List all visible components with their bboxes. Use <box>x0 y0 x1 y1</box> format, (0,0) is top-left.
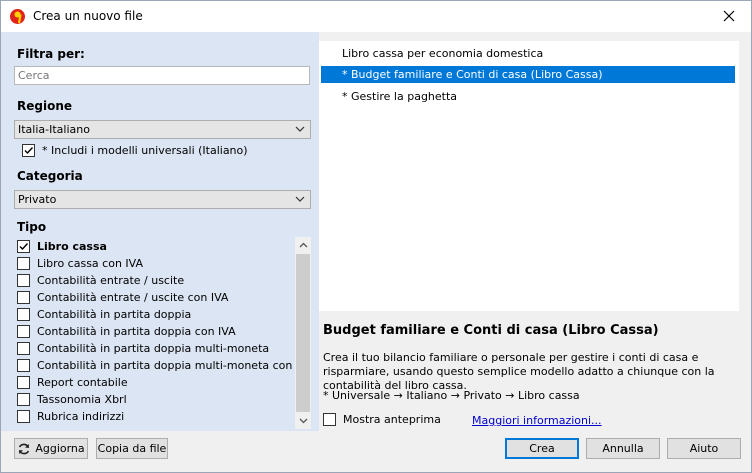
create-button[interactable]: Crea <box>505 438 579 459</box>
include-universal-checkbox[interactable]: * Includi i modelli universali (Italiano… <box>22 144 248 157</box>
title-bar: Crea un nuovo file <box>1 1 751 32</box>
refresh-button[interactable]: Aggiorna <box>14 438 88 459</box>
tipo-item-label: Libro cassa con IVA <box>37 257 143 270</box>
tipo-item[interactable]: Rubrica indirizzi <box>17 410 124 423</box>
cancel-button[interactable]: Annulla <box>586 438 660 459</box>
checkbox[interactable] <box>17 376 30 389</box>
cancel-label: Annulla <box>602 442 644 455</box>
tipo-item-label: Tassonomia Xbrl <box>37 393 127 406</box>
chevron-down-icon <box>299 418 307 424</box>
window-title: Crea un nuovo file <box>33 9 143 23</box>
tipo-item[interactable]: Contabilità in partita doppia <box>17 308 191 321</box>
category-label: Categoria <box>17 169 83 183</box>
tipo-item[interactable]: Report contabile <box>17 376 128 389</box>
template-item[interactable]: Libro cassa per economia domestica <box>321 45 735 62</box>
checkbox[interactable] <box>17 342 30 355</box>
description-path: * Universale → Italiano → Privato → Libr… <box>323 389 580 402</box>
tipo-item-label: Contabilità in partita doppia multi-mone… <box>37 359 311 372</box>
tipo-item-label: Contabilità entrate / uscite con IVA <box>37 291 229 304</box>
close-button[interactable] <box>713 3 745 29</box>
tipo-item[interactable]: Contabilità in partita doppia multi-mone… <box>17 342 269 355</box>
preview-label: Mostra anteprima <box>343 413 441 426</box>
tipo-item-label: Rubrica indirizzi <box>37 410 125 423</box>
scroll-up-button[interactable] <box>295 237 311 253</box>
tipo-item[interactable]: Contabilità in partita doppia con IVA <box>17 325 236 338</box>
help-label: Aiuto <box>689 442 719 455</box>
tipo-item[interactable]: Contabilità entrate / uscite con IVA <box>17 291 228 304</box>
template-item[interactable]: * Gestire la paghetta <box>321 88 735 105</box>
tipo-item[interactable]: Contabilità in partita doppia multi-mone… <box>17 359 311 372</box>
category-selected-value: Privato <box>18 193 57 206</box>
more-info-link[interactable]: Maggiori informazioni... <box>472 414 602 427</box>
refresh-icon <box>19 443 30 454</box>
tipo-scrollbar[interactable] <box>295 237 311 429</box>
close-icon <box>723 10 735 22</box>
tipo-list: Libro cassa Libro cassa con IVA Contabil… <box>14 237 311 429</box>
checkbox[interactable] <box>17 359 30 372</box>
tipo-item-label: Contabilità in partita doppia con IVA <box>37 325 236 338</box>
chevron-up-icon <box>299 242 307 248</box>
checkbox[interactable] <box>17 325 30 338</box>
copy-from-file-label: Copia da file <box>97 442 167 455</box>
checkmark-icon <box>19 243 29 251</box>
tipo-item[interactable]: Libro cassa con IVA <box>17 257 143 270</box>
filter-panel: Filtra per: Cerca Regione Italia-Italian… <box>1 32 319 431</box>
tipo-item[interactable]: Contabilità entrate / uscite <box>17 274 184 287</box>
category-select[interactable]: Privato <box>14 190 311 209</box>
checkbox[interactable] <box>323 413 336 426</box>
region-selected-value: Italia-Italiano <box>18 123 90 136</box>
app-logo-icon <box>10 9 25 24</box>
template-item-label: * Budget familiare e Conti di casa (Libr… <box>342 68 603 81</box>
checkbox[interactable] <box>22 144 35 157</box>
region-label: Regione <box>17 99 73 113</box>
tipo-item-label: Contabilità in partita doppia <box>37 308 192 321</box>
search-input[interactable]: Cerca <box>14 66 310 85</box>
create-new-file-dialog: Crea un nuovo file Filtra per: Cerca Reg… <box>0 0 752 473</box>
copy-from-file-button[interactable]: Copia da file <box>96 438 168 459</box>
description-title: Budget familiare e Conti di casa (Libro … <box>323 323 659 338</box>
checkbox[interactable] <box>17 240 30 253</box>
refresh-label: Aggiorna <box>35 442 85 455</box>
chevron-down-icon <box>295 126 305 132</box>
checkbox[interactable] <box>17 291 30 304</box>
tipo-item-label: Contabilità in partita doppia multi-mone… <box>37 342 270 355</box>
chevron-down-icon <box>295 196 305 202</box>
description-text: Crea il tuo bilancio familiare o persona… <box>323 351 715 392</box>
checkmark-icon <box>24 147 34 155</box>
filter-label: Filtra per: <box>17 47 85 61</box>
checkbox[interactable] <box>17 410 30 423</box>
template-item-label: Libro cassa per economia domestica <box>342 47 544 60</box>
create-label: Crea <box>529 442 555 455</box>
include-universal-label: * Includi i modelli universali (Italiano… <box>42 144 248 157</box>
checkbox[interactable] <box>17 274 30 287</box>
help-button[interactable]: Aiuto <box>667 438 741 459</box>
checkbox[interactable] <box>17 393 30 406</box>
region-select[interactable]: Italia-Italiano <box>14 120 311 139</box>
tipo-item-label: Contabilità entrate / uscite <box>37 274 185 287</box>
tipo-item-libro-cassa[interactable]: Libro cassa <box>17 240 107 253</box>
tipo-item[interactable]: Tassonomia Xbrl <box>17 393 127 406</box>
tipo-item-label: Report contabile <box>37 376 128 389</box>
checkbox[interactable] <box>17 308 30 321</box>
tipo-label: Tipo <box>17 220 47 234</box>
scroll-thumb[interactable] <box>296 254 310 412</box>
checkbox[interactable] <box>17 257 30 270</box>
scroll-down-button[interactable] <box>295 413 311 429</box>
template-item-label: * Gestire la paghetta <box>342 90 458 103</box>
search-placeholder: Cerca <box>18 69 50 82</box>
template-list: Libro cassa per economia domestica * Bud… <box>319 41 739 311</box>
template-item-selected[interactable]: * Budget familiare e Conti di casa (Libr… <box>321 66 735 83</box>
preview-checkbox[interactable]: Mostra anteprima <box>323 413 441 426</box>
tipo-item-label: Libro cassa <box>37 240 107 253</box>
